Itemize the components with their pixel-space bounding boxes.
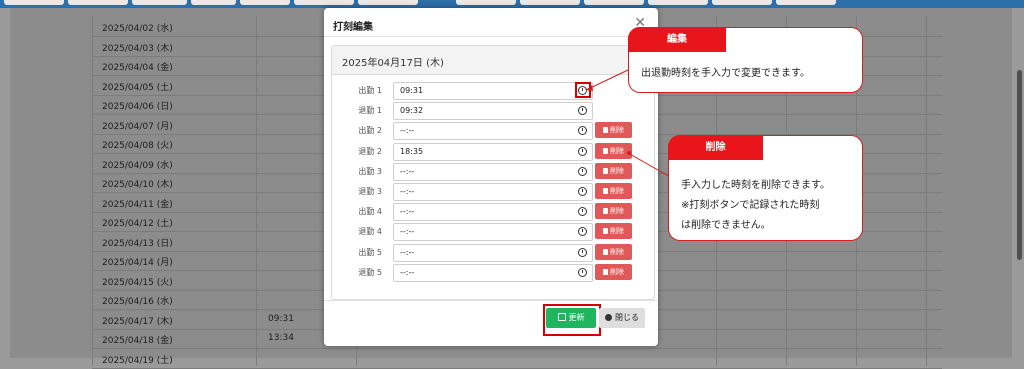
edit-callout-text: 出退勤時刻を手入力で変更できます。	[641, 68, 810, 79]
delete-connector	[627, 152, 673, 179]
delete-callout-line: ※打刻ボタンで記録された時刻	[681, 200, 820, 211]
edit-callout-tag: 編集	[628, 27, 726, 52]
delete-callout-line: は削除できません。	[681, 220, 771, 231]
delete-callout: 削除 手入力した時刻を削除できます。 ※打刻ボタンで記録された時刻 は削除できま…	[668, 135, 863, 241]
delete-callout-line: 手入力した時刻を削除できます。	[681, 180, 830, 191]
edit-arrowhead	[586, 85, 593, 91]
delete-callout-text: 手入力した時刻を削除できます。 ※打刻ボタンで記録された時刻 は削除できません。	[681, 176, 830, 236]
delete-callout-tag: 削除	[668, 135, 763, 160]
callout-connectors	[585, 69, 673, 179]
edit-callout: 編集 出退勤時刻を手入力で変更できます。	[628, 27, 863, 93]
delete-connector-dot	[627, 151, 631, 155]
